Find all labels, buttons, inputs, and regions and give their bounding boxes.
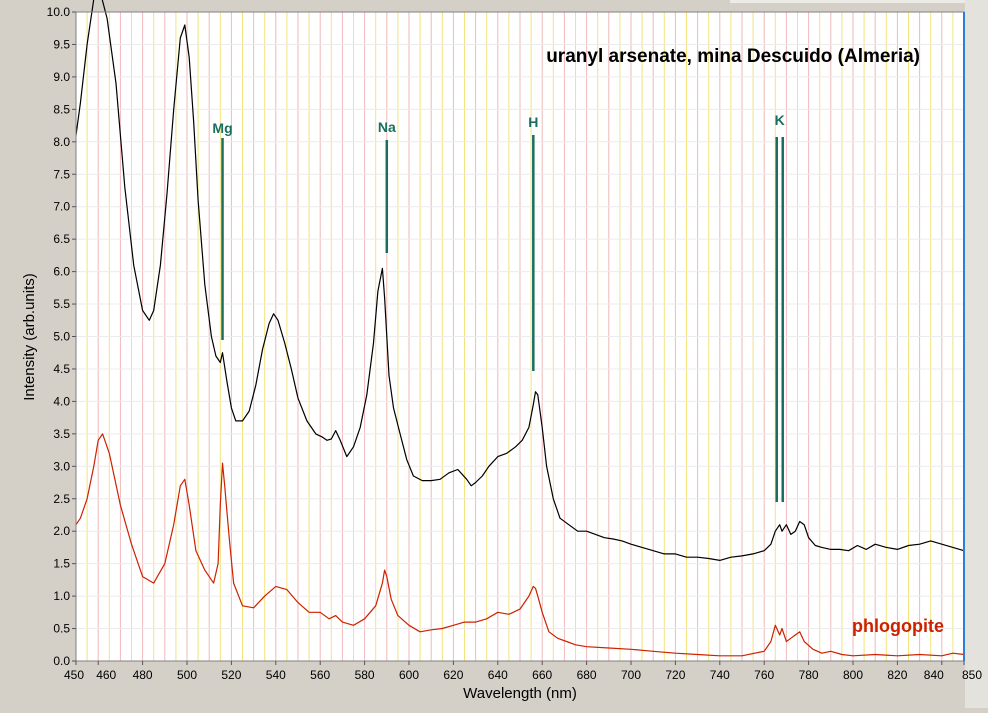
x-tick-label: 740 — [710, 668, 730, 682]
x-tick-label: 580 — [355, 668, 375, 682]
y-tick-label: 1.5 — [53, 557, 70, 571]
phlogopite-legend-label: phlogopite — [852, 616, 944, 636]
y-tick-label: 5.0 — [53, 330, 70, 344]
chart-title: uranyl arsenate, mina Descuido (Almeria) — [546, 46, 920, 67]
y-tick-label: 7.5 — [53, 167, 70, 181]
x-tick-label: 800 — [843, 668, 863, 682]
grid — [76, 12, 964, 661]
x-tick-label: 700 — [621, 668, 641, 682]
x-tick-label: 720 — [665, 668, 685, 682]
x-tick-label: 660 — [532, 668, 552, 682]
y-tick-label: 6.5 — [53, 232, 70, 246]
x-axis-label: Wavelength (nm) — [463, 685, 577, 702]
y-tick-label: 4.0 — [53, 394, 70, 408]
y-tick-label: 0.0 — [53, 654, 70, 668]
x-tick-label: 500 — [177, 668, 197, 682]
h-marker-label: H — [528, 114, 538, 130]
x-tick-label: 840 — [924, 668, 944, 682]
x-tick-label: 680 — [577, 668, 597, 682]
spectrum-chart: Mg Na H K 0.0 0.5 1.0 1.5 2.0 2.5 3.0 3.5 4.0 4.5 5.0… — [0, 0, 988, 708]
y-tick-label: 8.0 — [53, 135, 70, 149]
x-tick-label: 460 — [96, 668, 116, 682]
x-tick-label: 560 — [310, 668, 330, 682]
y-tick-label: 6.0 — [53, 265, 70, 279]
y-tick-label: 5.5 — [53, 297, 70, 311]
y-tick-label: 0.5 — [53, 622, 70, 636]
x-tick-label: 480 — [133, 668, 153, 682]
y-tick-label: 9.0 — [53, 70, 70, 84]
chart-container: Mg Na H K 0.0 0.5 1.0 1.5 2.0 2.5 3.0 3.5 4.0 4.5 5.0… — [0, 0, 988, 708]
y-tick-label: 3.5 — [53, 427, 70, 441]
y-tick-label: 8.5 — [53, 102, 70, 116]
x-tick-label: 600 — [399, 668, 419, 682]
x-tick-label: 520 — [221, 668, 241, 682]
x-tick-label: 640 — [488, 668, 508, 682]
x-tick-label: 780 — [799, 668, 819, 682]
y-tick-label: 2.0 — [53, 524, 70, 538]
y-tick-label: 3.0 — [53, 459, 70, 473]
x-tick-label: 540 — [266, 668, 286, 682]
k-marker-label: K — [775, 112, 785, 128]
right-panel — [965, 0, 988, 708]
y-tick-label: 10.0 — [47, 5, 71, 19]
x-tick-label: 820 — [887, 668, 907, 682]
top-right-strip — [730, 0, 965, 3]
y-axis-label: Intensity (arb.units) — [21, 273, 38, 401]
mg-marker-label: Mg — [212, 120, 232, 136]
y-tick-label: 4.5 — [53, 362, 70, 376]
x-tick-label: 620 — [443, 668, 463, 682]
y-tick-label: 9.5 — [53, 37, 70, 51]
x-tick-label: 760 — [754, 668, 774, 682]
x-tick-label: 850 — [962, 668, 982, 682]
y-tick-label: 7.0 — [53, 200, 70, 214]
x-tick-label: 450 — [64, 668, 84, 682]
y-tick-label: 1.0 — [53, 589, 70, 603]
na-marker-label: Na — [378, 119, 396, 135]
y-tick-label: 2.5 — [53, 492, 70, 506]
